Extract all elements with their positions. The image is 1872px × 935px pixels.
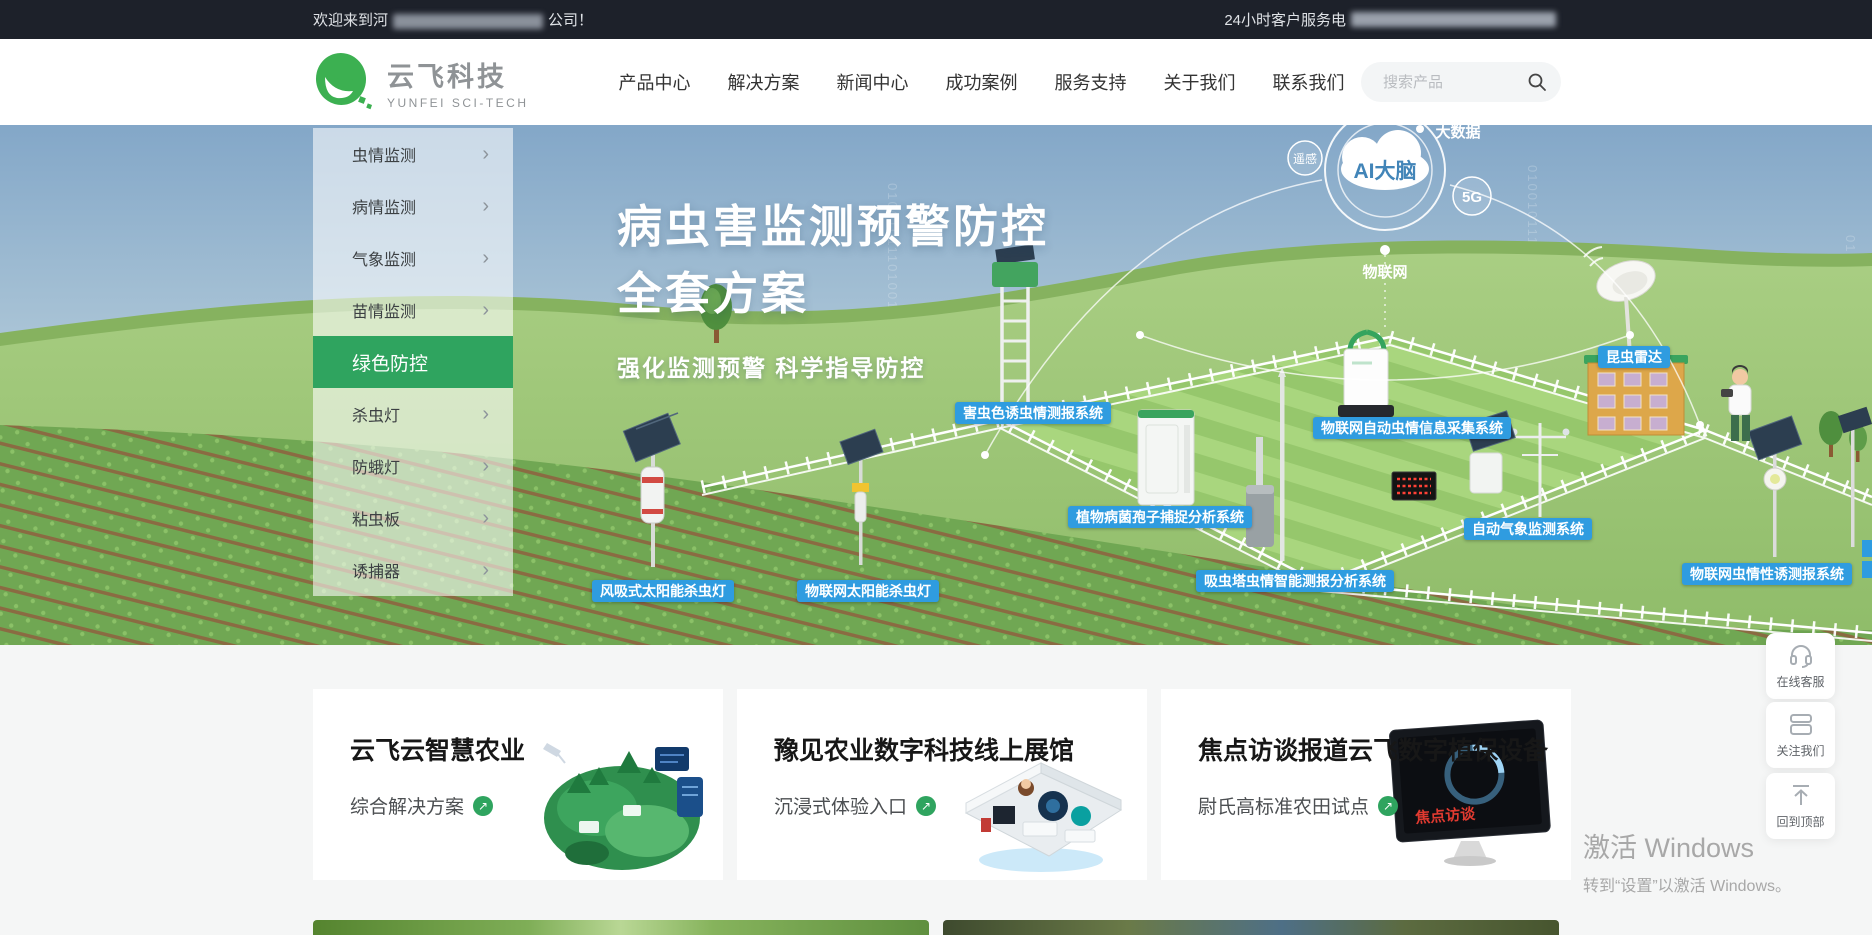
search-icon[interactable] — [1527, 72, 1547, 92]
chevron-right-icon: › — [482, 196, 489, 216]
nav-item-support[interactable]: 服务支持 — [1053, 69, 1129, 95]
hub-node-iot: 物联网 — [1362, 263, 1407, 281]
hero-copy: 病虫害监测预警防控全套方案 强化监测预警 科学指导防控 — [617, 193, 1049, 383]
back-to-top-icon — [1788, 782, 1814, 808]
nav-item-contact[interactable]: 联系我们 — [1271, 69, 1347, 95]
hero-title: 病虫害监测预警防控全套方案 — [617, 193, 1049, 327]
logo-subtitle: YUNFEI SCI-TECH — [387, 96, 529, 110]
device-label[interactable]: 物联网虫情性诱测报系统 — [1682, 563, 1852, 585]
nav-item-products[interactable]: 产品中心 — [617, 69, 693, 95]
device-label[interactable]: 风吸式太阳能杀虫灯 — [592, 580, 734, 602]
device-label[interactable]: 物联网自动虫情信息采集系统 — [1313, 417, 1511, 439]
edge-indicator[interactable] — [1862, 561, 1872, 578]
menu-item-moth-lamp[interactable]: 防蛾灯› — [313, 440, 513, 492]
device-label[interactable]: 害虫色诱虫情测报系统 — [955, 402, 1111, 424]
device-label[interactable]: 植物病菌孢子捕捉分析系统 — [1068, 506, 1252, 528]
logo[interactable]: 云飞科技 YUNFEI SCI-TECH — [313, 51, 529, 113]
product-category-menu: 虫情监测› 病情监测› 气象监测› 苗情监测› 绿色防控› 杀虫灯› 防蛾灯› … — [313, 128, 513, 596]
chevron-right-icon: › — [482, 560, 489, 580]
next-section-image-left[interactable] — [313, 920, 929, 935]
card-title: 焦点访谈报道云飞数字植保设备 — [1198, 731, 1571, 767]
device-label[interactable]: 物联网太阳能杀虫灯 — [797, 580, 939, 602]
card-title: 云飞云智慧农业 — [350, 731, 723, 767]
chevron-right-icon: › — [482, 300, 489, 320]
menu-item-insect-monitoring[interactable]: 虫情监测› — [313, 128, 513, 180]
hub-node-bigdata: 大数据 — [1435, 125, 1480, 141]
feature-card-online-exhibition[interactable]: 豫见农业数字科技线上展馆 沉浸式体验入口↗ — [737, 689, 1147, 880]
logo-mark-icon — [313, 51, 375, 113]
logo-title: 云飞科技 — [387, 55, 529, 94]
redacted-phone-number — [1351, 12, 1556, 27]
topbar: 欢迎来到河公司！ 24小时客户服务电 — [0, 0, 1872, 39]
windows-activation-watermark: 激活 Windows 转到“设置”以激活 Windows。 — [1583, 826, 1791, 896]
nav-item-about[interactable]: 关于我们 — [1162, 69, 1238, 95]
chevron-right-icon: › — [482, 144, 489, 164]
feature-card-smart-agriculture[interactable]: 云飞云智慧农业 综合解决方案↗ — [313, 689, 723, 880]
feature-card-media-report[interactable]: 焦点访谈报道云飞数字植保设备 尉氏高标准农田试点↗ 焦点访谈 — [1161, 689, 1571, 880]
card-title: 豫见农业数字科技线上展馆 — [774, 731, 1147, 767]
menu-item-seedling-monitoring[interactable]: 苗情监测› — [313, 284, 513, 336]
spore-catcher-cabinet — [1138, 410, 1194, 505]
link-arrow-icon: ↗ — [916, 796, 936, 816]
menu-item-sticky-board[interactable]: 粘虫板› — [313, 492, 513, 544]
link-arrow-icon: ↗ — [1378, 796, 1398, 816]
device-label[interactable]: 昆虫雷达 — [1598, 346, 1670, 368]
chevron-right-icon: › — [482, 508, 489, 528]
device-label[interactable]: 吸虫塔虫情智能测报分析系统 — [1196, 570, 1394, 592]
nav-item-cases[interactable]: 成功案例 — [944, 69, 1020, 95]
link-arrow-icon: ↗ — [473, 796, 493, 816]
header: 云飞科技 YUNFEI SCI-TECH 产品中心 解决方案 新闻中心 成功案例… — [0, 39, 1872, 125]
follow-us-button[interactable]: 关注我们 — [1766, 702, 1835, 768]
card-link[interactable]: 尉氏高标准农田试点↗ — [1198, 792, 1571, 819]
welcome-text: 欢迎来到河公司！ — [313, 9, 593, 30]
card-link[interactable]: 沉浸式体验入口↗ — [774, 792, 1147, 819]
online-service-button[interactable]: 在线客服 — [1766, 633, 1835, 699]
chevron-right-icon: › — [482, 248, 489, 268]
nav-item-solutions[interactable]: 解决方案 — [726, 69, 802, 95]
hub-node-remote-sensing: 遥感 — [1293, 151, 1317, 166]
card-link[interactable]: 综合解决方案↗ — [350, 792, 723, 819]
edge-indicator[interactable] — [1862, 540, 1872, 557]
hub-node-5g: 5G — [1462, 189, 1482, 206]
menu-item-green-control[interactable]: 绿色防控› — [313, 336, 513, 388]
search-box — [1361, 62, 1561, 102]
follow-card-icon — [1788, 711, 1814, 737]
redacted-company-name — [393, 14, 543, 29]
device-label[interactable]: 自动气象监测系统 — [1464, 518, 1592, 540]
headset-icon — [1788, 642, 1814, 668]
back-to-top-button[interactable]: 回到顶部 — [1766, 773, 1835, 839]
chevron-right-icon: › — [482, 404, 489, 424]
hero-banner[interactable]: 01001011101001011010010110 0100101110100… — [0, 125, 1872, 645]
menu-item-insect-killer-lamp[interactable]: 杀虫灯› — [313, 388, 513, 440]
menu-item-trap[interactable]: 诱捕器› — [313, 544, 513, 596]
menu-item-disease-monitoring[interactable]: 病情监测› — [313, 180, 513, 232]
main-nav: 产品中心 解决方案 新闻中心 成功案例 服务支持 关于我们 联系我们 — [617, 69, 1347, 95]
nav-item-news[interactable]: 新闻中心 — [835, 69, 911, 95]
menu-item-weather-monitoring[interactable]: 气象监测› — [313, 232, 513, 284]
service-hotline: 24小时客户服务电 — [1224, 9, 1561, 30]
floating-toolbar: 在线客服 关注我们 回到顶部 — [1766, 633, 1835, 842]
search-input[interactable] — [1383, 74, 1513, 91]
hero-subtitle: 强化监测预警 科学指导防控 — [617, 349, 1049, 383]
hub-center-label: AI大脑 — [1354, 159, 1417, 183]
chevron-right-icon: › — [482, 456, 489, 476]
page: 欢迎来到河公司！ 24小时客户服务电 云飞科技 YUNFEI SCI-TECH … — [0, 0, 1872, 935]
next-section-image-right[interactable] — [943, 920, 1559, 935]
